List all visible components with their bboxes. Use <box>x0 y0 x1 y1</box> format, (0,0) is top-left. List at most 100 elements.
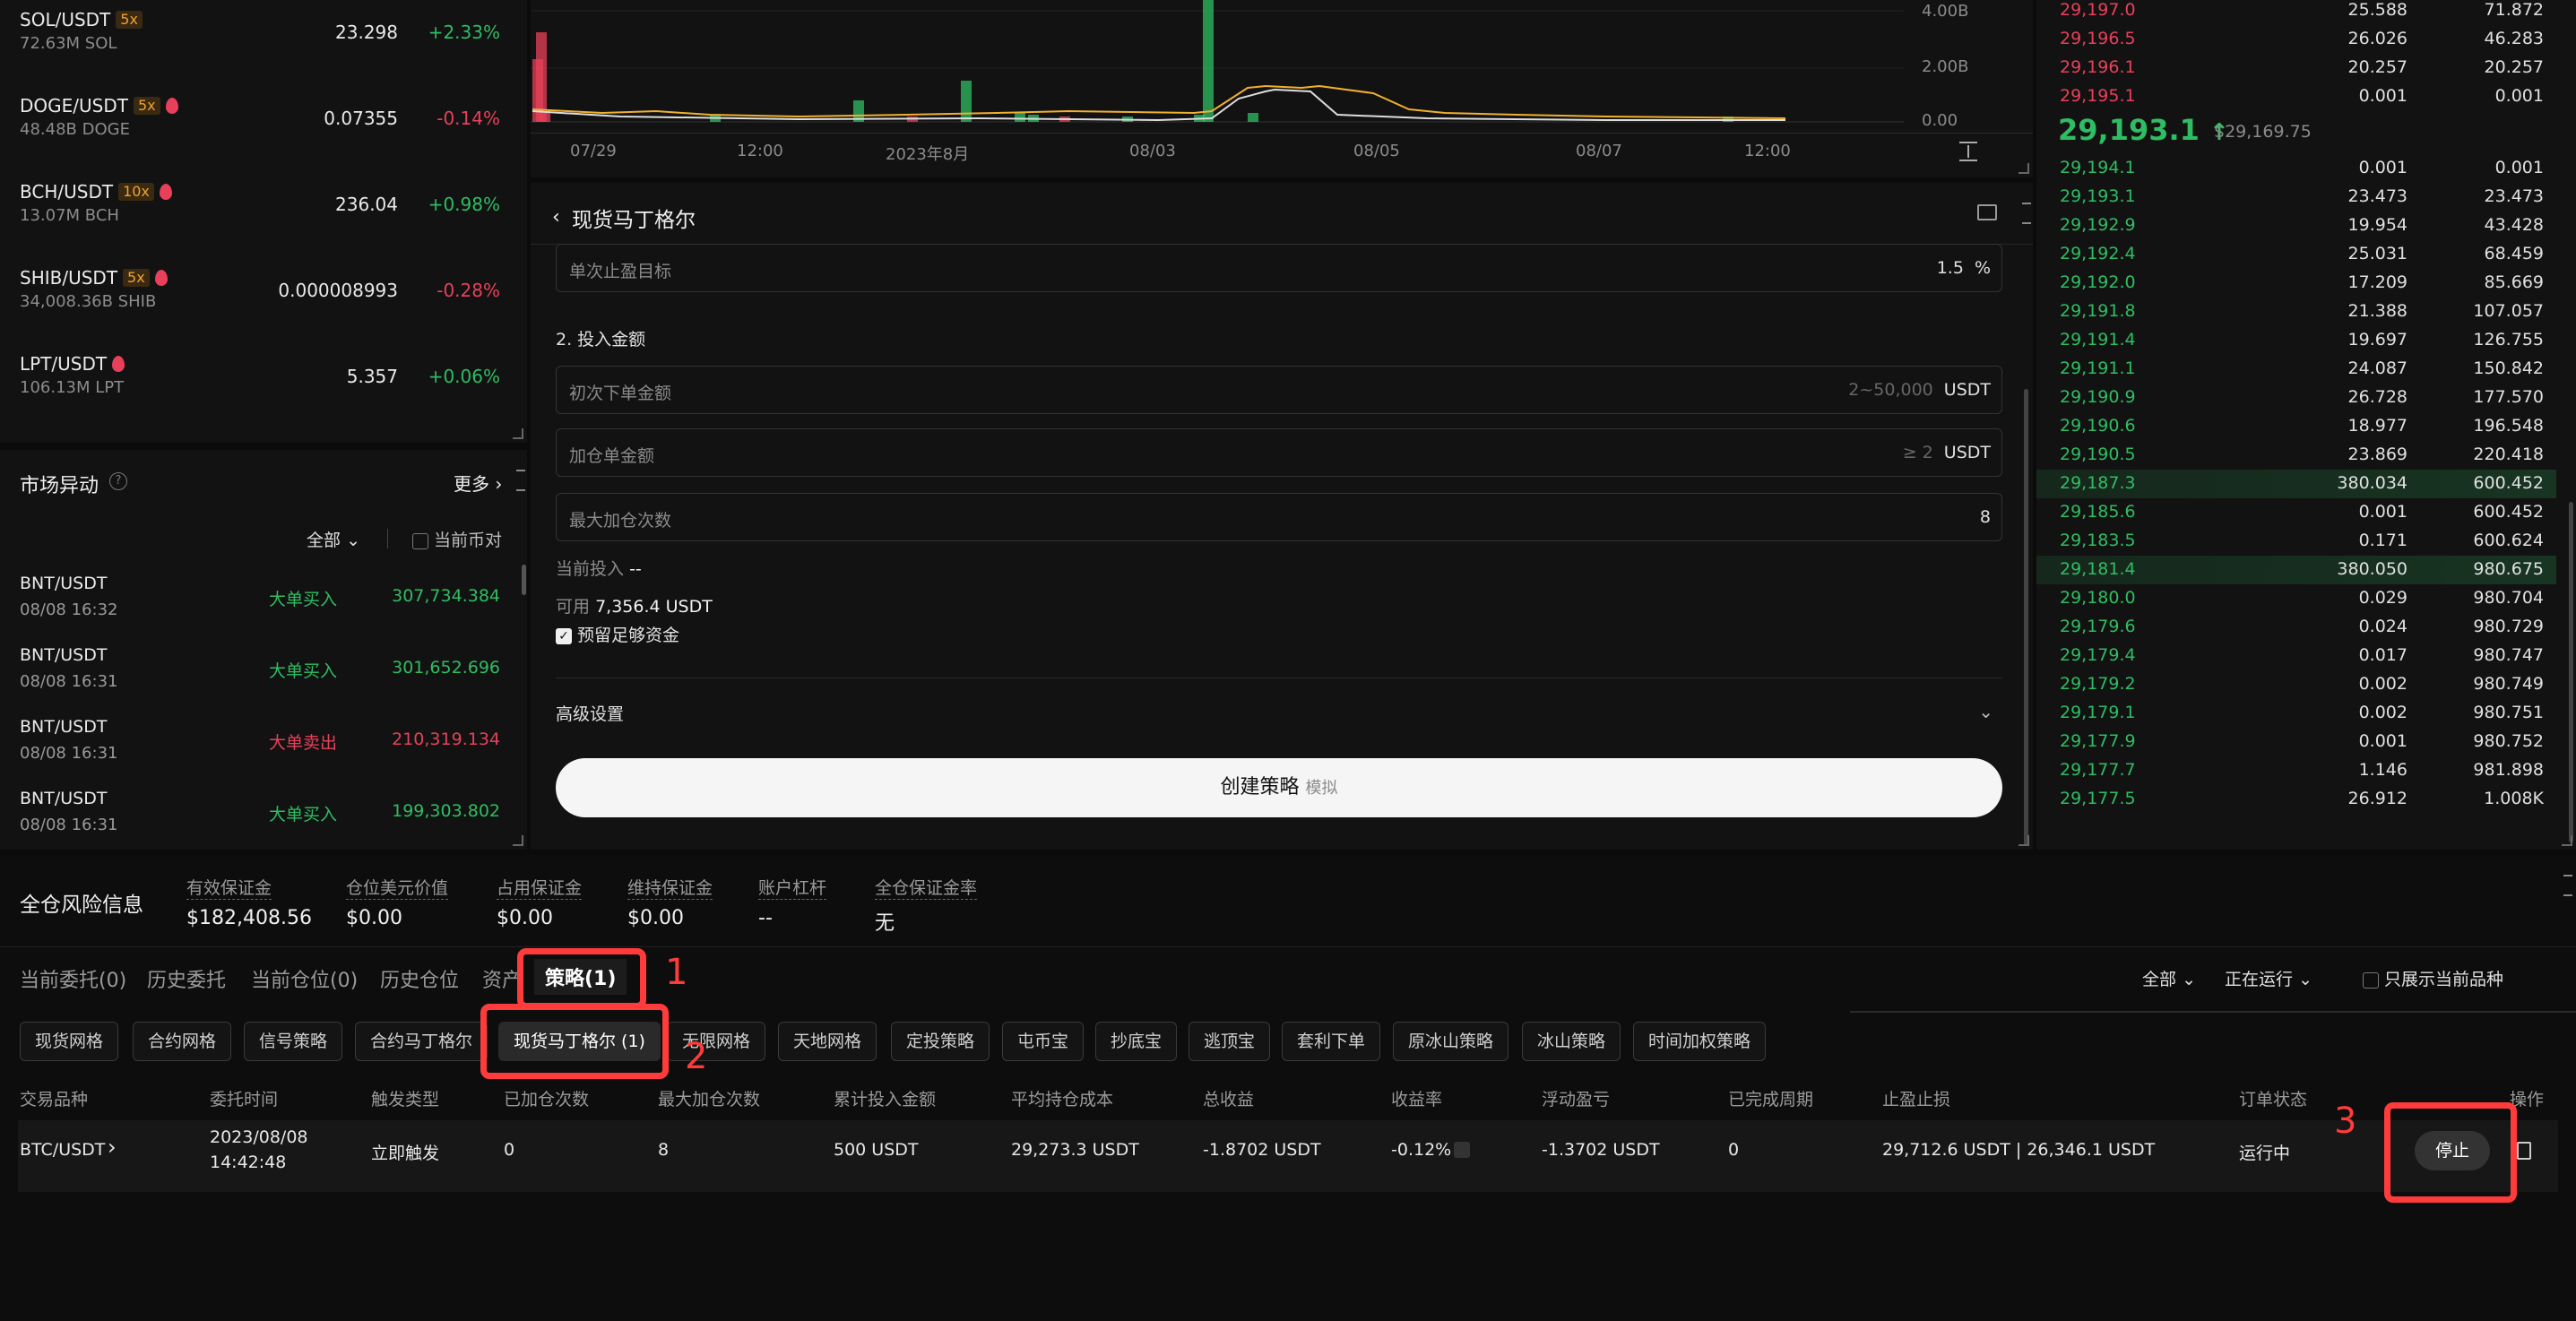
ob-price: 29,179.4 <box>2060 645 2136 665</box>
strategy-chip[interactable]: 逃顶宝 <box>1189 1022 1271 1061</box>
ob-amount: 0.024 <box>2358 617 2407 636</box>
help-icon[interactable]: ? <box>109 472 127 490</box>
bid-row[interactable]: 29,183.5 0.171 600.624 <box>2036 527 2556 556</box>
ticker-row[interactable]: LPT/USDT 106.13M LPT 5.357 +0.06% <box>0 344 527 430</box>
market-move-row[interactable]: BNT/USDT 08/08 16:31 大单买入 301,652.696 <box>0 640 527 712</box>
risk-label[interactable]: 有效保证金 <box>186 875 272 900</box>
bid-row[interactable]: 29,190.5 23.869 220.418 <box>2036 441 2556 470</box>
strategy-chip[interactable]: 合约网格 <box>133 1022 232 1061</box>
resize-handle[interactable] <box>2018 835 2029 846</box>
panel-menu-icon[interactable] <box>516 470 525 491</box>
current-pair-checkbox[interactable]: 当前币对 <box>412 527 502 551</box>
strategy-chip[interactable]: 冰山策略 <box>1522 1022 1621 1061</box>
tab-3[interactable]: 历史仓位 <box>380 964 459 993</box>
bid-row[interactable]: 29,194.1 0.001 0.001 <box>2036 154 2556 183</box>
bid-row[interactable]: 29,191.1 24.087 150.842 <box>2036 355 2556 384</box>
bid-row[interactable]: 29,190.9 26.728 177.570 <box>2036 384 2556 412</box>
ob-price: 29,177.9 <box>2060 731 2136 751</box>
only-current-checkbox[interactable]: 只展示当前品种 <box>2363 966 2503 990</box>
strategy-chip[interactable]: 合约马丁格尔 <box>355 1022 488 1061</box>
risk-label[interactable]: 账户杠杆 <box>758 875 827 900</box>
bid-row[interactable]: 29,191.8 21.388 107.057 <box>2036 298 2556 326</box>
bid-row[interactable]: 29,192.4 25.031 68.459 <box>2036 240 2556 269</box>
bid-row[interactable]: 29,179.1 0.002 980.751 <box>2036 699 2556 728</box>
reserve-funds-checkbox[interactable]: ✓ 预留足够资金 <box>556 622 679 646</box>
refresh-icon[interactable] <box>1454 1142 1470 1158</box>
bid-row[interactable]: 29,180.0 0.029 980.704 <box>2036 584 2556 613</box>
market-move-row[interactable]: BNT/USDT 08/08 16:32 大单买入 307,734.384 <box>0 568 527 640</box>
ticker-row[interactable]: SOL/USDT 5x 72.63M SOL 23.298 +2.33% <box>0 0 527 86</box>
bid-row[interactable]: 29,192.9 19.954 43.428 <box>2036 212 2556 240</box>
strategy-chip[interactable]: 天地网格 <box>778 1022 877 1061</box>
risk-label[interactable]: 维持保证金 <box>627 875 713 900</box>
max-add-times-field[interactable]: 最大加仓次数 8 <box>556 493 2002 541</box>
column-header: 已加仓次数 <box>504 1090 590 1109</box>
filter-running-dropdown[interactable]: 正在运行 ⌄ <box>2225 966 2312 990</box>
create-strategy-button[interactable]: 创建策略 模拟 <box>556 758 2002 817</box>
form-scrollbar[interactable] <box>2024 389 2028 846</box>
panel-menu-icon[interactable] <box>2563 875 2572 896</box>
bid-row[interactable]: 29,177.9 0.001 980.752 <box>2036 728 2556 756</box>
risk-label[interactable]: 全仓保证金率 <box>875 875 978 900</box>
take-profit-field[interactable]: 单次止盈目标 1.5% <box>556 244 2002 292</box>
filter-all-dropdown[interactable]: 全部 ⌄ <box>2142 966 2196 990</box>
ticker-row[interactable]: SHIB/USDT 5x 34,008.36B SHIB 0.000008993 -0.… <box>0 258 527 344</box>
order-book-scrollbar[interactable] <box>2569 502 2573 842</box>
ask-row[interactable]: 29,196.1 20.257 20.257 <box>2036 54 2556 82</box>
risk-label[interactable]: 仓位美元价值 <box>346 875 449 900</box>
market-move-row[interactable]: BNT/USDT 08/08 16:31 大单买入 199,303.802 <box>0 783 527 850</box>
strategy-chip[interactable]: 抄底宝 <box>1095 1022 1178 1061</box>
bid-row[interactable]: 29,187.3 380.034 600.452 <box>2036 470 2556 498</box>
resize-handle[interactable] <box>2018 163 2029 174</box>
bid-row[interactable]: 29,179.2 0.002 980.749 <box>2036 670 2556 699</box>
bid-row[interactable]: 29,179.4 0.017 980.747 <box>2036 642 2556 670</box>
bid-row[interactable]: 29,193.1 23.473 23.473 <box>2036 183 2556 212</box>
strategy-chip[interactable]: 原冰山策略 <box>1393 1022 1509 1061</box>
move-amount: 307,734.384 <box>392 586 500 606</box>
panel-menu-icon[interactable] <box>2022 203 2031 224</box>
tab-1[interactable]: 历史委托 <box>147 964 226 993</box>
cell-pair[interactable]: BTC/USDT <box>20 1140 105 1160</box>
bid-row[interactable]: 29,185.6 0.001 600.452 <box>2036 498 2556 527</box>
market-move-row[interactable]: BNT/USDT 08/08 16:31 大单卖出 210,319.134 <box>0 712 527 783</box>
tab-4[interactable]: 资产 <box>482 964 522 993</box>
ticker-row[interactable]: BCH/USDT 10x 13.07M BCH 236.04 +0.98% <box>0 172 527 258</box>
strategy-chip[interactable]: 信号策略 <box>244 1022 343 1061</box>
guide-book-icon[interactable] <box>1977 204 1997 220</box>
initial-amount-field[interactable]: 初次下单金额 2~50,000 USDT <box>556 366 2002 414</box>
tab-0[interactable]: 当前委托(0) <box>20 964 126 993</box>
bid-row[interactable]: 29,191.4 19.697 126.755 <box>2036 326 2556 355</box>
strategy-chip[interactable]: 无限网格 <box>667 1022 766 1061</box>
scale-reset-icon[interactable] <box>1959 142 1977 161</box>
risk-item: 维持保证金 $0.00 <box>627 875 713 929</box>
ask-row[interactable]: 29,197.0 25.588 71.872 <box>2036 0 2556 25</box>
resize-handle[interactable] <box>2562 835 2572 846</box>
bid-row[interactable]: 29,177.7 1.146 981.898 <box>2036 756 2556 785</box>
strategy-chip[interactable]: 屯币宝 <box>1002 1022 1085 1061</box>
bid-row[interactable]: 29,192.0 17.209 85.669 <box>2036 269 2556 298</box>
risk-label[interactable]: 占用保证金 <box>497 875 583 900</box>
bid-row[interactable]: 29,177.5 26.912 1.008K <box>2036 785 2556 814</box>
bid-row[interactable]: 29,181.4 380.050 980.675 <box>2036 556 2556 584</box>
strategy-chip[interactable]: 现货网格 <box>20 1022 119 1061</box>
y-tick-label: 0.00 <box>1922 111 1958 130</box>
resize-handle[interactable] <box>513 835 523 846</box>
bid-row[interactable]: 29,179.6 0.024 980.729 <box>2036 613 2556 642</box>
document-icon[interactable] <box>2517 1142 2531 1160</box>
back-icon[interactable]: ‹ <box>552 206 560 229</box>
advanced-settings-toggle[interactable]: 高级设置 ⌄ <box>556 701 2002 728</box>
strategy-chip[interactable]: 定投策略 <box>891 1022 990 1061</box>
tab-2[interactable]: 当前仓位(0) <box>251 964 358 993</box>
ob-total: 150.842 <box>2473 358 2544 378</box>
ticker-row[interactable]: DOGE/USDT 5x 48.48B DOGE 0.07355 -0.14% <box>0 86 527 172</box>
strategy-chip[interactable]: 套利下单 <box>1282 1022 1381 1061</box>
add-amount-field[interactable]: 加仓单金额 ≥ 2 USDT <box>556 428 2002 477</box>
resize-handle[interactable] <box>513 428 523 439</box>
more-link[interactable]: 更多 › <box>454 470 502 496</box>
move-filter-dropdown[interactable]: 全部 ⌄ <box>307 527 360 551</box>
ask-row[interactable]: 29,195.1 0.001 0.001 <box>2036 82 2556 111</box>
annotation-box-2 <box>480 1004 669 1079</box>
bid-row[interactable]: 29,190.6 18.977 196.548 <box>2036 412 2556 441</box>
strategy-chip[interactable]: 时间加权策略 <box>1633 1022 1767 1061</box>
ask-row[interactable]: 29,196.5 26.026 46.283 <box>2036 25 2556 54</box>
